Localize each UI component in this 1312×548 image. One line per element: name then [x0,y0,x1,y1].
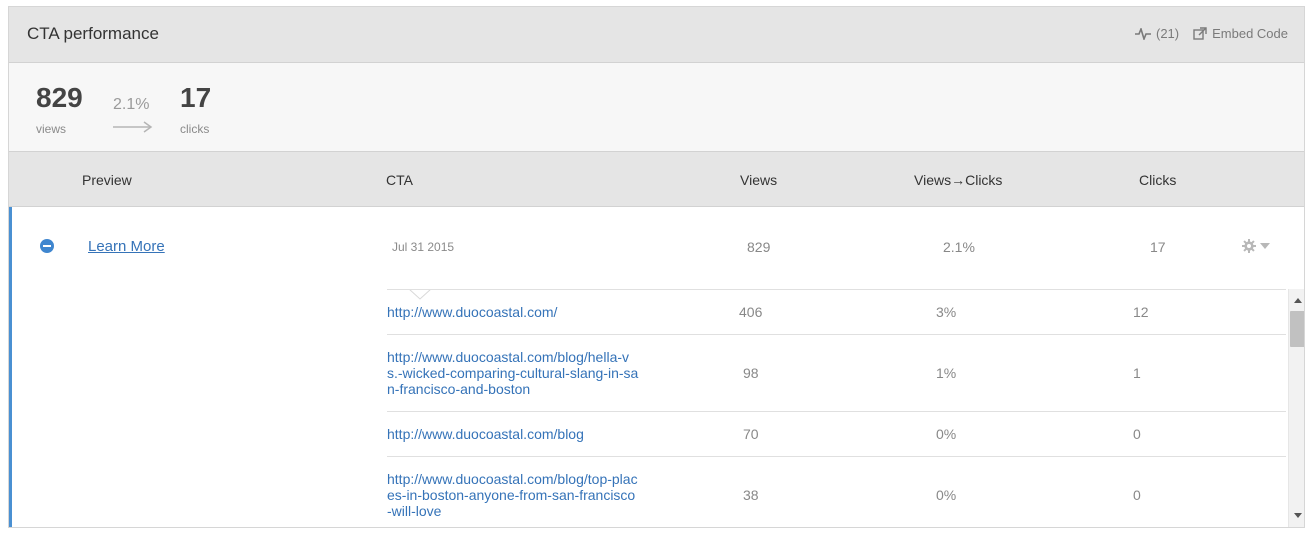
url-row: http://www.duocoastal.com/blog/hella-vs.… [387,335,1286,412]
cta-clicks: 17 [1150,239,1166,255]
table-body: Learn More Jul 31 2015 829 2.1% 17 http:… [9,207,1304,527]
gear-icon [1242,239,1256,253]
url-link[interactable]: http://www.duocoastal.com/blog/hella-vs.… [387,349,639,397]
cta-preview-link[interactable]: Learn More [88,238,165,255]
url-link[interactable]: http://www.duocoastal.com/blog [387,426,639,442]
minus-circle-icon[interactable] [40,239,54,253]
url-row: http://www.duocoastal.com/blog 70 0% 0 [387,412,1286,457]
activity-pulse-icon [1134,27,1151,40]
cta-date: Jul 31 2015 [392,240,455,254]
table-header: Preview CTA Views Views→Clicks Clicks [9,152,1304,207]
url-clicks: 12 [1133,304,1149,320]
header-actions: (21) Embed Code [1134,26,1288,41]
url-views: 38 [743,487,759,503]
chevron-down-icon [1260,243,1270,249]
external-link-icon [1193,26,1207,40]
settings-dropdown[interactable] [1242,239,1270,253]
column-preview: Preview [82,172,132,188]
conversion-rate: 2.1% [113,96,150,113]
summary-bar: 829 views 2.1% 17 clicks [9,63,1304,152]
arrow-right-icon [113,121,153,133]
cta-rate: 2.1% [943,239,975,255]
activity-count: (21) [1155,26,1180,41]
url-row: http://www.duocoastal.com/blog/top-place… [387,457,1286,527]
url-link[interactable]: http://www.duocoastal.com/blog/top-place… [387,471,639,519]
url-clicks: 0 [1133,426,1141,442]
embed-code-button[interactable]: Embed Code [1193,26,1288,41]
column-views: Views [740,172,778,188]
panel-title: CTA performance [27,24,159,43]
url-clicks: 0 [1133,487,1141,503]
column-cta: CTA [386,172,413,188]
url-views: 406 [739,304,763,320]
url-views: 70 [743,426,759,442]
total-clicks: 17 [180,82,212,113]
cta-row: Learn More Jul 31 2015 829 2.1% 17 [12,207,1304,289]
cta-views: 829 [747,239,771,255]
embed-code-label: Embed Code [1212,26,1288,41]
url-views: 98 [743,365,759,381]
cta-performance-panel: CTA performance (21) Embed Code 829 view… [8,6,1305,528]
url-breakdown-table: http://www.duocoastal.com/ 406 3% 12 htt… [387,289,1286,527]
column-clicks: Clicks [1139,172,1177,188]
clicks-label: clicks [180,122,210,136]
url-rate: 3% [936,304,957,320]
vertical-scrollbar[interactable] [1288,289,1304,527]
url-rate: 0% [936,487,957,503]
scroll-down-icon[interactable] [1294,513,1302,518]
url-clicks: 1 [1133,365,1141,381]
panel-header: CTA performance (21) Embed Code [9,7,1304,63]
scrollbar-thumb[interactable] [1290,311,1304,347]
scroll-up-icon[interactable] [1294,298,1302,303]
column-views-clicks: Views→Clicks [914,172,1003,188]
activity-button[interactable]: (21) [1134,26,1180,41]
url-rate: 0% [936,426,957,442]
views-label: views [36,122,67,136]
total-views: 829 [36,82,83,113]
url-row: http://www.duocoastal.com/ 406 3% 12 [387,290,1286,335]
url-rate: 1% [936,365,957,381]
url-link[interactable]: http://www.duocoastal.com/ [387,304,639,320]
